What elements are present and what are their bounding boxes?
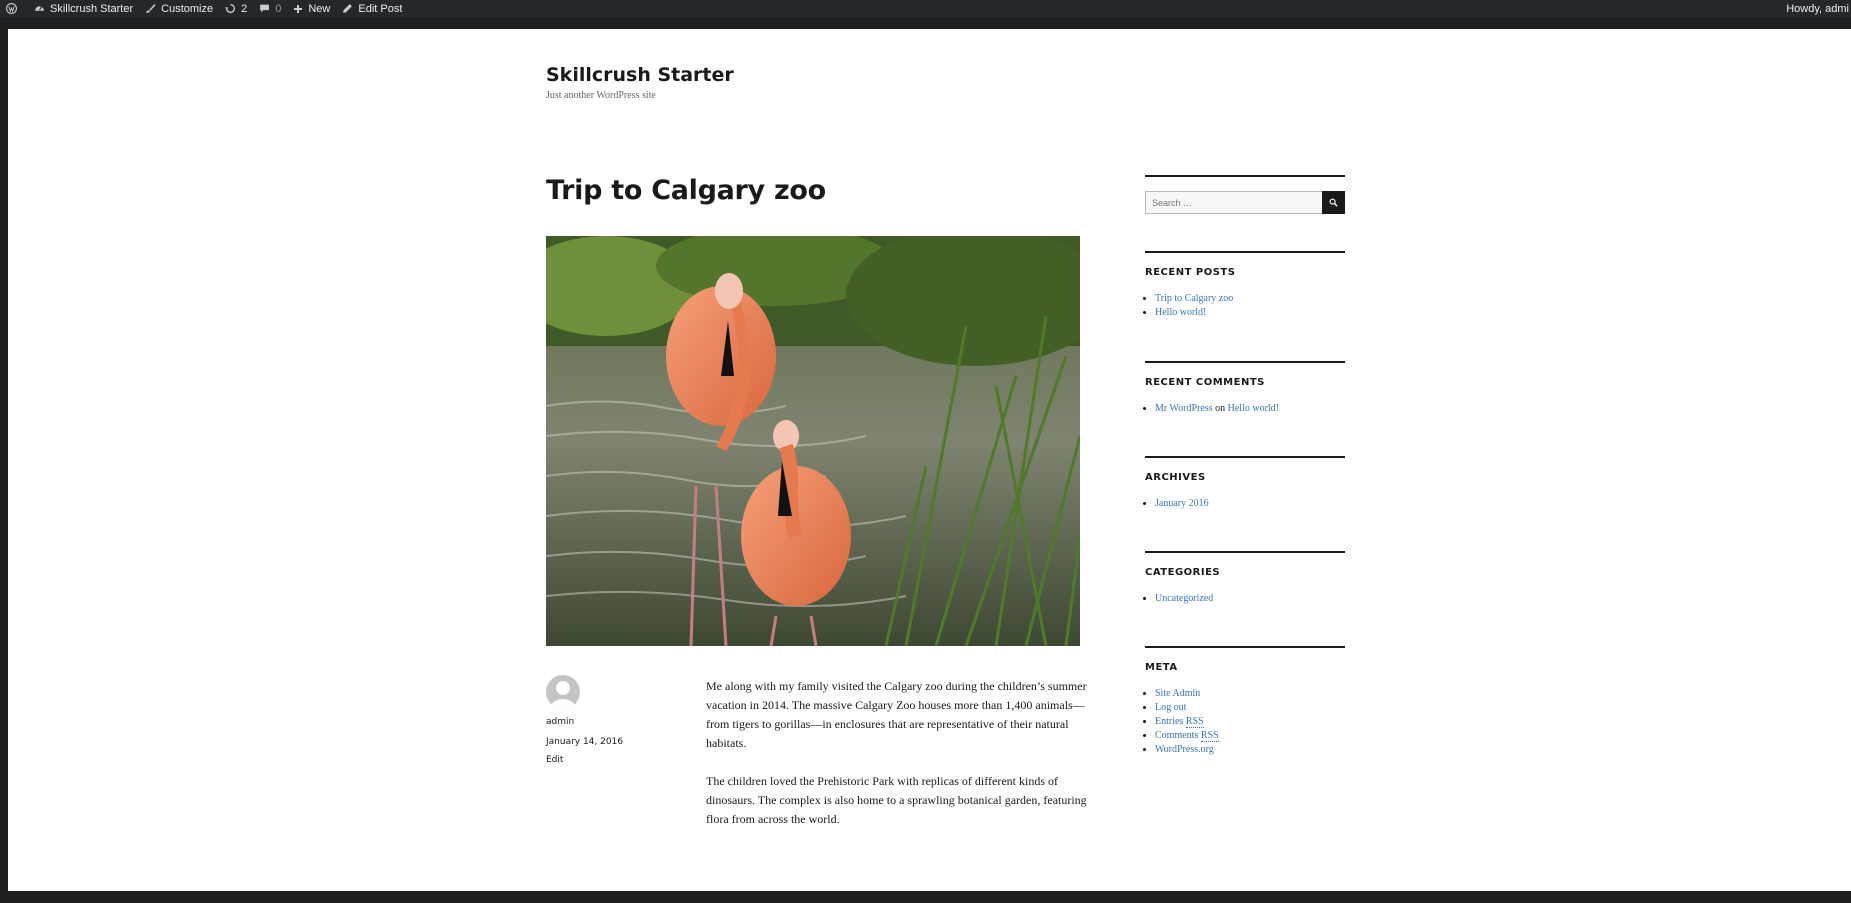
categories-title: CATEGORIES xyxy=(1145,567,1221,578)
site-description: Just another WordPress site xyxy=(546,90,656,101)
admin-updates-count: 2 xyxy=(241,2,248,15)
admin-updates[interactable]: 2 xyxy=(219,0,253,17)
list-item: January 2016 xyxy=(1155,497,1345,511)
list-item: Mr WordPress on Hello world! xyxy=(1155,402,1345,416)
comment-author-link[interactable]: Mr WordPress xyxy=(1155,403,1213,414)
post-paragraph-1: Me along with my family visited the Calg… xyxy=(706,679,1087,750)
search-icon xyxy=(1329,198,1338,207)
rss-abbr: RSS xyxy=(1200,730,1219,742)
comments-label: Comments xyxy=(1155,730,1199,741)
post-byline: admin January 14, 2016 Edit xyxy=(546,675,676,765)
bottom-strip xyxy=(0,891,1851,903)
recent-post-link[interactable]: Hello world! xyxy=(1155,307,1206,318)
admin-customize-label: Customize xyxy=(161,2,214,15)
search-widget xyxy=(1145,175,1345,214)
site-title[interactable]: Skillcrush Starter xyxy=(546,64,734,86)
categories-widget: CATEGORIES Uncategorized xyxy=(1145,551,1345,606)
comment-on-text: on xyxy=(1215,403,1226,414)
pencil-icon xyxy=(343,4,353,13)
post-content: Me along with my family visited the Calg… xyxy=(706,677,1106,848)
admin-account[interactable]: Howdy, admi xyxy=(1780,0,1851,17)
list-item: Comments RSS xyxy=(1155,729,1345,743)
recent-posts-title: RECENT POSTS xyxy=(1145,267,1236,278)
list-item: WordPress.org xyxy=(1155,743,1345,757)
wordpress-org-link[interactable]: WordPress.org xyxy=(1155,744,1214,755)
post-author[interactable]: admin xyxy=(546,717,574,727)
post-title: Trip to Calgary zoo xyxy=(546,175,826,206)
admin-customize[interactable]: Customize xyxy=(139,0,219,17)
archives-widget: ARCHIVES January 2016 xyxy=(1145,456,1345,511)
dashboard-icon xyxy=(35,6,44,11)
entries-rss-link[interactable]: Entries RSS xyxy=(1155,716,1204,728)
admin-new[interactable]: New xyxy=(287,0,336,17)
updates-icon xyxy=(225,3,236,14)
recent-posts-widget: RECENT POSTS Trip to Calgary zoo Hello w… xyxy=(1145,251,1345,320)
comment-icon xyxy=(260,4,270,13)
page: Skillcrush Starter Just another WordPres… xyxy=(8,29,1851,891)
admin-site-name-label: Skillcrush Starter xyxy=(50,2,134,15)
brush-icon xyxy=(146,4,156,13)
rss-abbr: RSS xyxy=(1185,716,1204,728)
site-admin-link[interactable]: Site Admin xyxy=(1155,688,1200,699)
admin-edit-post[interactable]: Edit Post xyxy=(336,0,408,17)
admin-comments[interactable]: 0 xyxy=(253,0,287,17)
search-button[interactable] xyxy=(1322,191,1345,214)
category-link[interactable]: Uncategorized xyxy=(1155,593,1213,604)
search-input[interactable] xyxy=(1145,191,1322,214)
comment-post-link[interactable]: Hello world! xyxy=(1228,403,1279,414)
archives-title: ARCHIVES xyxy=(1145,472,1206,483)
log-out-link[interactable]: Log out xyxy=(1155,702,1186,713)
entries-label: Entries xyxy=(1155,716,1184,727)
meta-widget: META Site Admin Log out Entries RSS Comm… xyxy=(1145,646,1345,757)
plus-icon xyxy=(294,4,303,13)
admin-edit-post-label: Edit Post xyxy=(358,2,403,15)
meta-title: META xyxy=(1145,662,1178,673)
list-item: Uncategorized xyxy=(1155,592,1345,606)
post-edit-link[interactable]: Edit xyxy=(546,755,563,765)
featured-image xyxy=(546,236,1080,646)
list-item: Site Admin xyxy=(1155,687,1345,701)
wordpress-logo[interactable] xyxy=(0,0,28,17)
user-icon xyxy=(550,681,576,709)
admin-bar: Skillcrush Starter Customize 2 0 New Edi… xyxy=(0,0,1851,17)
post-date[interactable]: January 14, 2016 xyxy=(546,737,623,747)
comments-rss-link[interactable]: Comments RSS xyxy=(1155,730,1219,742)
recent-comments-title: RECENT COMMENTS xyxy=(1145,377,1265,388)
archive-link[interactable]: January 2016 xyxy=(1155,498,1209,509)
list-item: Hello world! xyxy=(1155,306,1345,320)
list-item: Trip to Calgary zoo xyxy=(1155,292,1345,306)
list-item: Entries RSS xyxy=(1155,715,1345,729)
recent-post-link[interactable]: Trip to Calgary zoo xyxy=(1155,293,1233,304)
post-paragraph-2: The children loved the Prehistoric Park … xyxy=(706,774,1087,826)
admin-howdy-label: Howdy, admi xyxy=(1786,2,1849,15)
wordpress-icon xyxy=(6,3,17,14)
list-item: Log out xyxy=(1155,701,1345,715)
recent-comments-widget: RECENT COMMENTS Mr WordPress on Hello wo… xyxy=(1145,361,1345,416)
admin-site-name[interactable]: Skillcrush Starter xyxy=(28,0,139,17)
admin-new-label: New xyxy=(308,2,331,15)
admin-comments-count: 0 xyxy=(275,2,282,15)
avatar xyxy=(546,675,580,709)
